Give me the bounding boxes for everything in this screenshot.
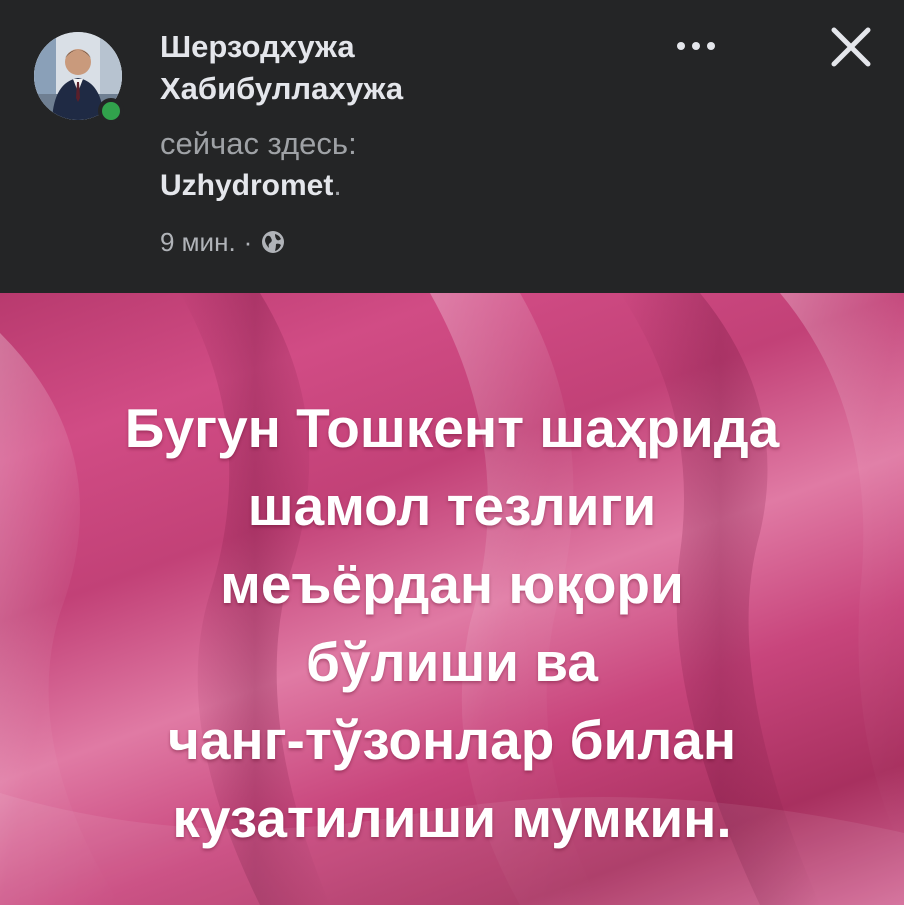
post-header: Шерзодхужа Хабибуллахужа сейчас здесь: U… [0,0,904,293]
page-name-suffix: . [333,169,342,202]
author-name[interactable]: Шерзодхужа Хабибуллахужа [160,26,620,110]
status-text: сейчас здесь: [160,126,357,161]
post-text-line: Бугун Тошкент шаҳрида [124,397,780,459]
page-link[interactable]: Uzhydromet. [160,164,342,208]
timestamp[interactable]: 9 мин. [160,224,236,260]
author-name-line2: Хабибуллахужа [160,71,404,106]
post-text-line: меъёрдан юқори [220,553,684,615]
more-dot [692,42,700,50]
meta-separator: · [243,227,253,257]
post-text: Бугун Тошкент шаҳрида шамол тезлиги меъё… [0,389,904,857]
post-background: Бугун Тошкент шаҳрида шамол тезлиги меъё… [0,293,904,905]
post-meta: 9 мин. · [160,224,286,260]
more-dot [707,42,715,50]
author-avatar[interactable] [34,32,124,124]
more-dot [677,42,685,50]
online-status-dot [98,98,124,124]
post-text-line: бўлиши ва [306,631,598,693]
post-text-line: кузатилиши мумкин. [172,787,732,849]
page-name: Uzhydromet [160,169,334,202]
globe-icon[interactable] [260,229,286,255]
close-icon[interactable] [822,18,880,76]
post-text-line: чанг-тўзонлар билан [167,709,737,771]
post-text-line: шамол тезлиги [247,475,657,537]
more-options-button[interactable] [668,26,724,66]
author-name-line1: Шерзодхужа [160,29,355,64]
